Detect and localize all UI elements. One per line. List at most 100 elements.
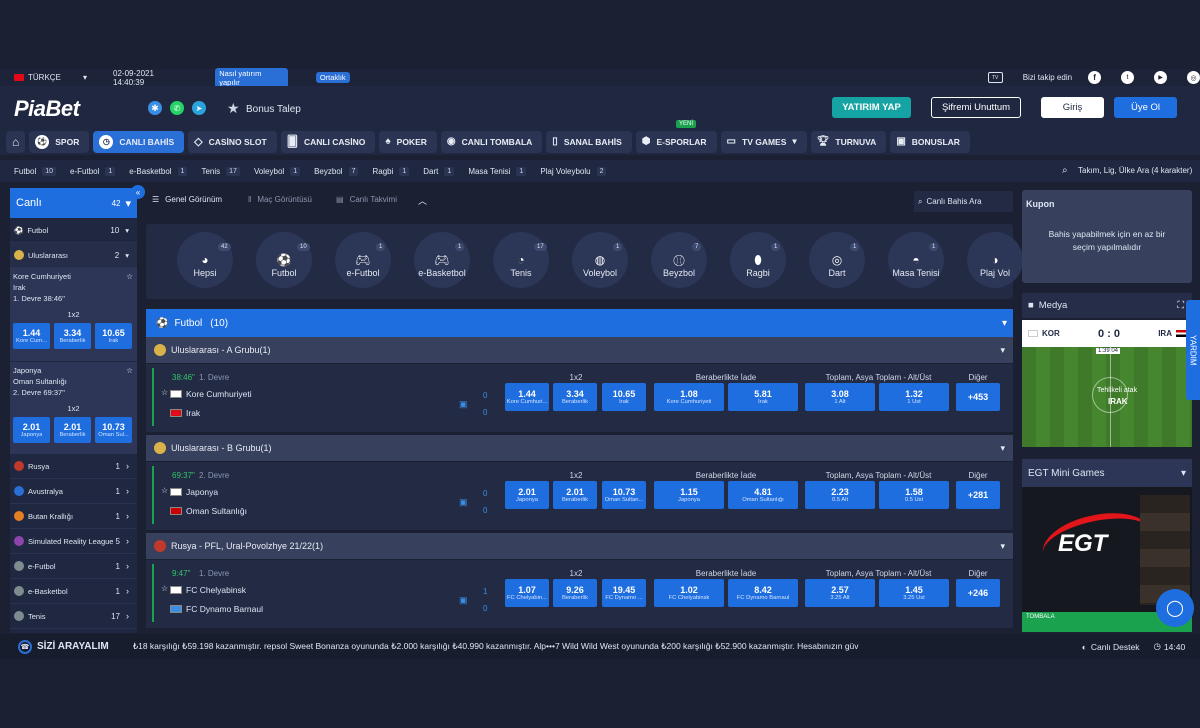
odd-button[interactable]: 1.07 FC Chelyabin...: [505, 579, 549, 607]
odd-button[interactable]: 10.65 Irak: [95, 323, 132, 349]
country-row[interactable]: Tenis 17 ›: [10, 604, 137, 629]
country-row[interactable]: e-Basketbol 1 ›: [10, 579, 137, 604]
chevron-down-icon[interactable]: ▾: [83, 73, 87, 82]
nav-tv-games[interactable]: ▭ TV GAMES ▾: [720, 130, 807, 153]
live-header[interactable]: Canlı 42 ▾: [10, 188, 137, 218]
nav-live-casino[interactable]: 🂠 CANLI CASİNO: [280, 130, 376, 153]
nav-casino-slot[interactable]: ◇ CASİNO SLOT: [188, 130, 277, 153]
more-markets-button[interactable]: +453: [956, 383, 1000, 411]
sports-filter-item[interactable]: Futbol 10: [14, 166, 57, 176]
odd-button[interactable]: 1.08 Kore Cumhuriyeti: [654, 383, 724, 411]
odd-button[interactable]: 2.01 Japonya: [505, 481, 549, 509]
league-header[interactable]: Uluslararası - B Grubu(1) ▾: [146, 435, 1013, 461]
country-row[interactable]: Avustralya 1 ›: [10, 479, 137, 504]
chat-icon[interactable]: ◯: [1156, 589, 1194, 627]
country-row[interactable]: Rusya 1 ›: [10, 454, 137, 479]
sports-filter-item[interactable]: e-Basketbol 1: [129, 166, 188, 176]
nav-esports[interactable]: ⬢ E-SPORLAR: [635, 130, 717, 153]
view-match[interactable]: ‖ Maç Görüntüsü: [248, 195, 312, 204]
whatsapp-icon[interactable]: ✆: [170, 101, 184, 115]
live-stream-icon[interactable]: ▣: [459, 595, 468, 606]
star-icon[interactable]: ☆: [126, 366, 133, 375]
instagram-icon[interactable]: ◎: [1187, 71, 1200, 84]
view-calendar[interactable]: ▤ Canlı Takvimi: [336, 195, 397, 204]
star-icon[interactable]: ☆: [161, 486, 168, 495]
phone-icon[interactable]: ☎: [18, 639, 32, 654]
left-match-1[interactable]: Kore Cumhuriyeti Irak 1. Devre 38:46" ☆ …: [10, 268, 137, 361]
odd-button[interactable]: 1.32 1 Üst: [879, 383, 949, 411]
facebook-icon[interactable]: f: [1088, 71, 1102, 84]
league-header[interactable]: Rusya - PFL, Ural-Povolzhye 21/22(1) ▾: [146, 533, 1013, 559]
odd-button[interactable]: 1.45 3.25 Üst: [879, 579, 949, 607]
bonus-request-link[interactable]: Bonus Talep: [246, 104, 301, 115]
sports-filter-item[interactable]: Beyzbol 7: [314, 166, 359, 176]
country-row[interactable]: e-Futbol 1 ›: [10, 554, 137, 579]
left-match-2[interactable]: Japonya Oman Sultanlığı 2. Devre 69:37" …: [10, 361, 137, 454]
odd-button[interactable]: 3.34 Beraberlik: [54, 323, 91, 349]
league-header[interactable]: Uluslararası - A Grubu(1) ▾: [146, 337, 1013, 363]
live-search[interactable]: ⌕ Canlı Bahis Ara: [914, 191, 1013, 212]
snowflake-icon[interactable]: ✱: [148, 101, 162, 115]
odd-button[interactable]: 1.44 Kore Cumhuri...: [505, 383, 549, 411]
odd-button[interactable]: 8.42 FC Dynamo Barnaul: [728, 579, 798, 607]
match-row[interactable]: 69:37" 2. Devre ☆ Japonya Oman Sultanlığ…: [146, 462, 1013, 530]
odd-button[interactable]: 2.01 Beraberlik: [553, 481, 597, 509]
headset-icon[interactable]: ◐: [1082, 642, 1087, 652]
group-row[interactable]: Uluslararası 2 ▾: [10, 243, 137, 268]
sports-filter-item[interactable]: e-Futbol 1: [70, 166, 116, 176]
sports-filter-item[interactable]: Voleybol 1: [254, 166, 301, 176]
sports-filter-item[interactable]: Ragbi 1: [372, 166, 410, 176]
odd-button[interactable]: 10.73 Oman Sultan...: [602, 481, 646, 509]
country-row[interactable]: Butan Krallığı 1 ›: [10, 504, 137, 529]
signup-button[interactable]: Üye Ol: [1114, 97, 1177, 118]
country-row[interactable]: Simulated Reality League 5 ›: [10, 529, 137, 554]
sports-filter-item[interactable]: Masa Tenisi 1: [468, 166, 527, 176]
sports-search-input[interactable]: Takım, Lig, Ülke Ara (4 karakter): [1078, 166, 1192, 175]
fullscreen-icon[interactable]: ⛶: [1177, 300, 1184, 311]
odd-button[interactable]: 1.58 0.5 Üst: [879, 481, 949, 509]
match-row[interactable]: 38:46" 1. Devre ☆ Kore Cumhuriyeti Irak …: [146, 364, 1013, 432]
nav-virtual-betting[interactable]: ▯ SANAL BAHİS: [546, 130, 632, 153]
more-markets-button[interactable]: +246: [956, 579, 1000, 607]
live-stream-icon[interactable]: ▣: [459, 399, 468, 410]
odd-button[interactable]: 2.01 Japonya: [13, 417, 50, 443]
collapse-sidebar-icon[interactable]: «: [131, 185, 145, 199]
chevron-up-icon[interactable]: ︿: [418, 194, 427, 207]
youtube-icon[interactable]: ▶: [1154, 71, 1168, 84]
twitter-icon[interactable]: t: [1121, 71, 1135, 84]
telegram-icon[interactable]: ➤: [192, 101, 206, 115]
nav-bonuses[interactable]: ▣ BONUSLAR: [890, 130, 970, 153]
nav-live-tombala[interactable]: ◉ CANLI TOMBALA: [440, 130, 543, 153]
odd-button[interactable]: 2.23 0.5 Alt: [805, 481, 875, 509]
sports-filter-item[interactable]: Tenis 17: [201, 166, 240, 176]
site-logo[interactable]: PiaBet: [14, 96, 80, 122]
odd-button[interactable]: 1.02 FC Chelyabinsk: [654, 579, 724, 607]
deposit-button[interactable]: YATIRIM YAP: [832, 97, 911, 118]
section-header[interactable]: ⚽ Futbol (10) ▾: [146, 309, 1013, 337]
odd-button[interactable]: 19.45 FC Dynamo ...: [602, 579, 646, 607]
star-icon[interactable]: ☆: [126, 272, 133, 281]
language-selector[interactable]: TÜRKÇE: [28, 73, 83, 82]
how-to-deposit-link[interactable]: Nasıl yatırım yapılır: [215, 67, 288, 88]
odd-button[interactable]: 9.26 Beraberlik: [553, 579, 597, 607]
star-icon[interactable]: ★: [227, 100, 240, 117]
nav-home[interactable]: ⌂: [6, 130, 26, 153]
odd-button[interactable]: 5.81 Irak: [728, 383, 798, 411]
live-stream-icon[interactable]: ▣: [459, 497, 468, 508]
odd-button[interactable]: 10.73 Oman Sul...: [95, 417, 132, 443]
sports-filter-item[interactable]: Plaj Voleybolu 2: [540, 166, 607, 176]
odd-button[interactable]: 2.01 Beraberlik: [54, 417, 91, 443]
odd-button[interactable]: 3.08 1 Alt: [805, 383, 875, 411]
more-markets-button[interactable]: +281: [956, 481, 1000, 509]
nav-sport[interactable]: ⚽ SPOR: [29, 130, 90, 153]
sport-futbol-row[interactable]: ⚽ Futbol 10 ▾: [10, 218, 137, 243]
egt-header[interactable]: EGT Mini Games ▾: [1022, 459, 1192, 487]
live-support-button[interactable]: Canlı Destek: [1091, 642, 1140, 652]
nav-poker[interactable]: ♠ POKER: [379, 130, 437, 153]
call-me-button[interactable]: SİZİ ARAYALIM: [37, 641, 109, 652]
odd-button[interactable]: 4.81 Oman Sultanlığı: [728, 481, 798, 509]
nav-tournament[interactable]: 🏆︎ TURNUVA: [810, 130, 887, 153]
tv-icon[interactable]: TV: [987, 72, 1003, 83]
forgot-password-button[interactable]: Şifremi Unuttum: [931, 97, 1021, 118]
odd-button[interactable]: 1.44 Kore Cum...: [13, 323, 50, 349]
